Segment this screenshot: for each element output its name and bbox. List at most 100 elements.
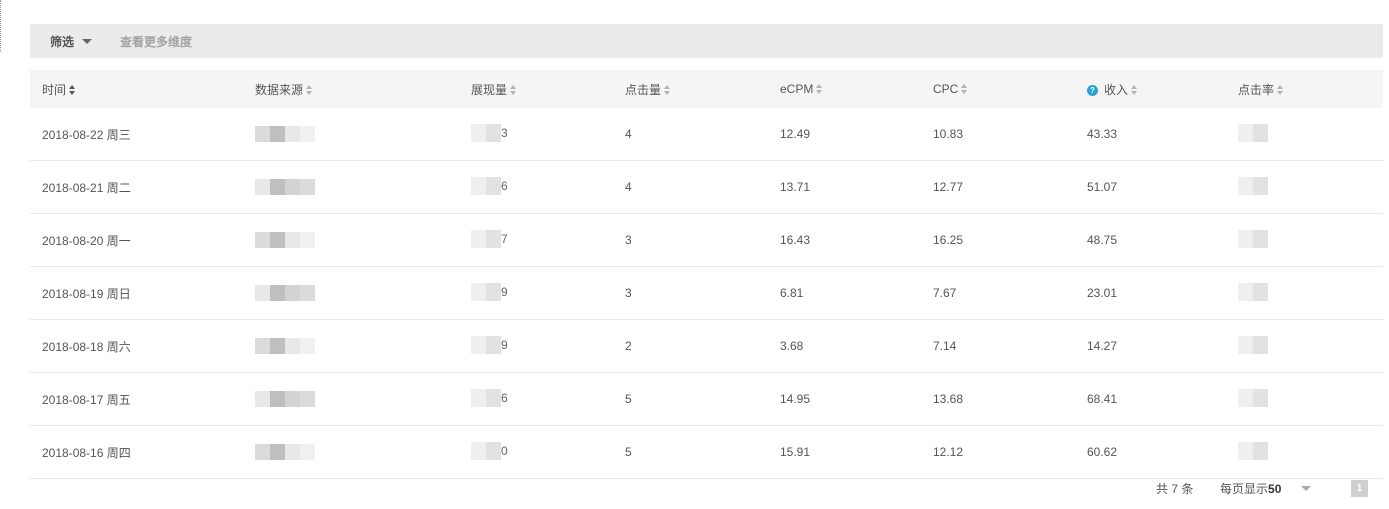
table-row: 2018-08-17 周五 6 5 14.95 13.68 68.41	[30, 372, 1383, 426]
masked-value: 9	[471, 282, 508, 301]
masked-value	[1238, 123, 1268, 142]
cell-revenue: 23.01	[1075, 266, 1226, 320]
sort-icon	[664, 84, 671, 96]
cell-revenue: 48.75	[1075, 213, 1226, 267]
col-header-clicks[interactable]: 点击量	[613, 70, 768, 108]
cell-ctr-masked	[1226, 372, 1383, 426]
masked-value	[255, 285, 315, 301]
cell-clicks: 4	[613, 108, 768, 161]
more-dimensions-link[interactable]: 查看更多维度	[120, 33, 192, 50]
cell-date: 2018-08-22 周三	[30, 108, 243, 161]
cell-clicks: 3	[613, 213, 768, 267]
cell-ctr-masked	[1226, 160, 1383, 214]
cell-date: 2018-08-17 周五	[30, 372, 243, 426]
cell-cpc: 12.12	[921, 425, 1075, 479]
cell-date: 2018-08-16 周四	[30, 425, 243, 479]
cell-clicks: 3	[613, 266, 768, 320]
cell-source-masked	[243, 266, 459, 320]
masked-value: 6	[471, 176, 508, 195]
table-row: 2018-08-19 周日 9 3 6.81 7.67 23.01	[30, 266, 1383, 320]
sort-icon	[510, 84, 517, 96]
col-header-impressions[interactable]: 展现量	[459, 70, 613, 108]
report-panel: 筛选 查看更多维度 时间 数据来源 展现量 点击量 eCPM CPC ? 收入 点…	[30, 24, 1383, 479]
cell-cpc: 13.68	[921, 372, 1075, 426]
cell-ecpm: 12.49	[768, 108, 921, 161]
cell-impressions: 3	[459, 108, 613, 161]
masked-value	[1238, 176, 1268, 195]
masked-value: 7	[471, 229, 508, 248]
chevron-down-icon[interactable]	[1301, 486, 1311, 491]
cell-ecpm: 13.71	[768, 160, 921, 214]
cell-cpc: 12.77	[921, 160, 1075, 214]
cell-ctr-masked	[1226, 266, 1383, 320]
cell-date: 2018-08-20 周一	[30, 213, 243, 267]
cell-ecpm: 6.81	[768, 266, 921, 320]
sort-icon	[816, 84, 823, 95]
cell-ecpm: 16.43	[768, 213, 921, 267]
sort-icon	[1277, 84, 1284, 96]
masked-value	[255, 444, 315, 460]
caret-down-icon	[82, 39, 93, 44]
cell-cpc: 10.83	[921, 108, 1075, 161]
cell-ctr-masked	[1226, 108, 1383, 161]
cell-revenue: 68.41	[1075, 372, 1226, 426]
cell-ctr-masked	[1226, 213, 1383, 267]
sort-icon	[1131, 84, 1138, 96]
cell-revenue: 14.27	[1075, 319, 1226, 373]
cell-impressions: 9	[459, 266, 613, 320]
page-button-current[interactable]: 1	[1351, 480, 1368, 497]
cell-clicks: 5	[613, 372, 768, 426]
cell-ecpm: 3.68	[768, 319, 921, 373]
col-header-revenue[interactable]: ? 收入	[1075, 70, 1226, 108]
col-header-time[interactable]: 时间	[30, 70, 243, 108]
col-header-cpc[interactable]: CPC	[921, 70, 1075, 108]
cell-ctr-masked	[1226, 319, 1383, 373]
table-row: 2018-08-18 周六 9 2 3.68 7.14 14.27	[30, 319, 1383, 373]
masked-value: 9	[471, 335, 508, 354]
cell-clicks: 2	[613, 319, 768, 373]
cell-impressions: 7	[459, 213, 613, 267]
table-header: 时间 数据来源 展现量 点击量 eCPM CPC ? 收入 点击率	[30, 70, 1383, 108]
masked-value: 6	[471, 388, 508, 407]
table-row: 2018-08-22 周三 3 4 12.49 10.83 43.33	[30, 108, 1383, 161]
cell-impressions: 6	[459, 372, 613, 426]
cell-clicks: 4	[613, 160, 768, 214]
masked-value	[1238, 441, 1268, 460]
sort-icon	[961, 84, 968, 95]
masked-value	[255, 391, 315, 407]
cell-date: 2018-08-21 周二	[30, 160, 243, 214]
sort-icon	[306, 84, 313, 96]
cell-source-masked	[243, 160, 459, 214]
masked-value	[255, 179, 315, 195]
filter-label: 筛选	[50, 34, 75, 49]
report-table: 时间 数据来源 展现量 点击量 eCPM CPC ? 收入 点击率 2018-08…	[30, 70, 1383, 479]
cell-source-masked	[243, 372, 459, 426]
masked-value: 3	[471, 123, 508, 142]
page-size-select[interactable]: 每页显示50	[1220, 480, 1281, 497]
cell-cpc: 16.25	[921, 213, 1075, 267]
help-icon[interactable]: ?	[1087, 84, 1098, 96]
masked-value	[1238, 229, 1268, 248]
masked-value	[255, 232, 315, 248]
cell-revenue: 51.07	[1075, 160, 1226, 214]
cell-clicks: 5	[613, 425, 768, 479]
cell-ctr-masked	[1226, 425, 1383, 479]
cell-impressions: 9	[459, 319, 613, 373]
masked-value	[255, 338, 315, 354]
table-row: 2018-08-16 周四 0 5 15.91 12.12 60.62	[30, 425, 1383, 479]
masked-value: 0	[471, 441, 508, 460]
pagination-bar: 共 7 条 每页显示50 1	[0, 480, 1389, 498]
masked-value	[255, 126, 315, 142]
cell-source-masked	[243, 108, 459, 161]
col-header-ctr[interactable]: 点击率	[1226, 70, 1383, 108]
cell-source-masked	[243, 213, 459, 267]
cell-impressions: 6	[459, 160, 613, 214]
filter-bar: 筛选 查看更多维度	[30, 24, 1383, 58]
col-header-source[interactable]: 数据来源	[243, 70, 459, 108]
cell-revenue: 43.33	[1075, 108, 1226, 161]
col-header-ecpm[interactable]: eCPM	[768, 70, 921, 108]
table-row: 2018-08-20 周一 7 3 16.43 16.25 48.75	[30, 213, 1383, 267]
filter-dropdown[interactable]: 筛选	[50, 33, 93, 50]
cell-source-masked	[243, 425, 459, 479]
left-edge-divider	[0, 0, 2, 52]
